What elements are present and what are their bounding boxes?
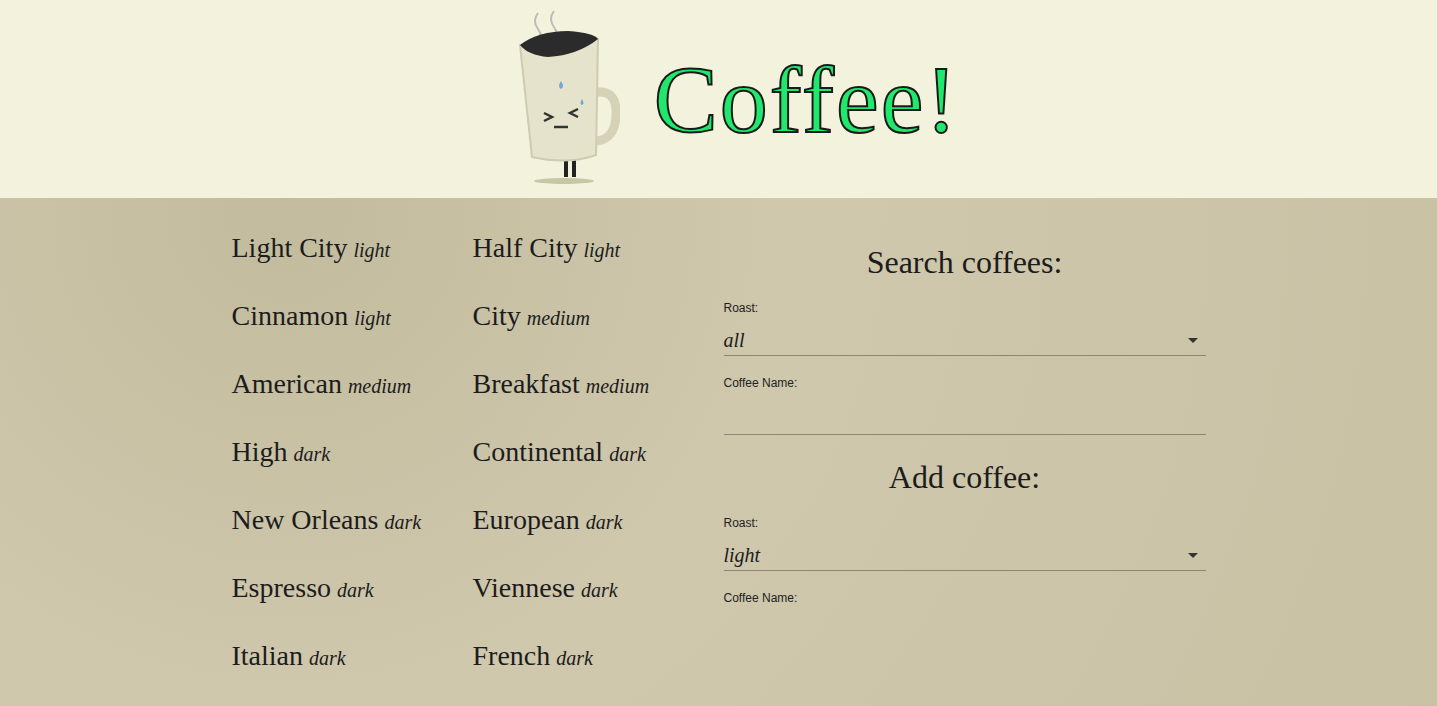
roast-label: Roast: — [724, 301, 1206, 315]
coffee-name-label: Coffee Name: — [724, 591, 1206, 605]
coffee-item: Cinnamonlight — [232, 294, 473, 362]
coffee-name-input[interactable] — [724, 400, 1206, 435]
coffee-name: Italian — [232, 640, 304, 672]
coffee-roast: light — [354, 307, 391, 330]
coffee-item: Breakfast medium — [473, 362, 714, 430]
coffee-name: European — [473, 504, 580, 536]
coffee-name: American — [232, 368, 342, 400]
roast-label: Roast: — [724, 516, 1206, 530]
main-area: Light CitylightHalf CitylightCinnamonlig… — [0, 198, 1437, 702]
form-heading: Add coffee: — [724, 459, 1206, 496]
coffee-item: Frenchdark — [473, 634, 714, 702]
coffee-roast: dark — [581, 579, 618, 602]
coffee-item: New Orleansdark — [232, 498, 473, 566]
coffee-roast: dark — [609, 443, 646, 466]
coffee-item: Italiandark — [232, 634, 473, 702]
dropdown-caret-icon — [1188, 338, 1198, 343]
coffee-roast: medium — [527, 307, 590, 330]
coffee-name: High — [232, 436, 288, 468]
coffee-roast: dark — [294, 443, 331, 466]
coffee-roast: light — [353, 239, 390, 262]
coffee-mug-icon — [508, 9, 620, 189]
coffee-name: Half City — [473, 232, 578, 264]
coffee-roast: light — [584, 239, 621, 262]
roast-value: light — [724, 544, 761, 567]
site-title: Coffee! — [654, 44, 959, 155]
coffee-item: City medium — [473, 294, 714, 362]
coffee-name: Viennese — [473, 572, 576, 604]
coffee-roast: dark — [586, 511, 623, 534]
coffee-item: Viennesedark — [473, 566, 714, 634]
coffee-name: Espresso — [232, 572, 332, 604]
coffee-roast: dark — [556, 647, 593, 670]
dropdown-caret-icon — [1188, 553, 1198, 558]
page: Coffee!Light CitylightHalf CitylightCinn… — [0, 0, 1437, 706]
coffee-roast: medium — [586, 375, 649, 398]
search-form: Search coffees: Roast: all Coffee Name: — [724, 226, 1206, 441]
coffee-list: Light CitylightHalf CitylightCinnamonlig… — [232, 226, 714, 702]
form-panel: Search coffees:Roast:allCoffee Name:Add … — [724, 226, 1206, 702]
form-heading: Search coffees: — [724, 244, 1206, 281]
coffee-item: High dark — [232, 430, 473, 498]
coffee-name: Continental — [473, 436, 604, 468]
add-form: Add coffee: Roast: light Coffee Name: — [724, 441, 1206, 615]
coffee-name: Cinnamon — [232, 300, 349, 332]
coffee-roast: dark — [337, 579, 374, 602]
coffee-name: Breakfast — [473, 368, 580, 400]
coffee-name-label: Coffee Name: — [724, 376, 1206, 390]
coffee-name: French — [473, 640, 551, 672]
coffee-roast: dark — [384, 511, 421, 534]
content: Light CitylightHalf CitylightCinnamonlig… — [232, 226, 1206, 702]
header: Coffee! — [0, 0, 1437, 198]
coffee-item: Half City light — [473, 226, 714, 294]
coffee-item: Light Citylight — [232, 226, 473, 294]
coffee-item: Espressodark — [232, 566, 473, 634]
coffee-item: Continentaldark — [473, 430, 714, 498]
roast-select[interactable]: light — [724, 540, 1206, 571]
coffee-name: City — [473, 300, 521, 332]
coffee-roast: medium — [348, 375, 411, 398]
coffee-roast: dark — [309, 647, 346, 670]
coffee-item: American medium — [232, 362, 473, 430]
coffee-item: European dark — [473, 498, 714, 566]
roast-value: all — [724, 329, 745, 352]
roast-select[interactable]: all — [724, 325, 1206, 356]
coffee-name: Light City — [232, 232, 348, 264]
coffee-name: New Orleans — [232, 504, 379, 536]
